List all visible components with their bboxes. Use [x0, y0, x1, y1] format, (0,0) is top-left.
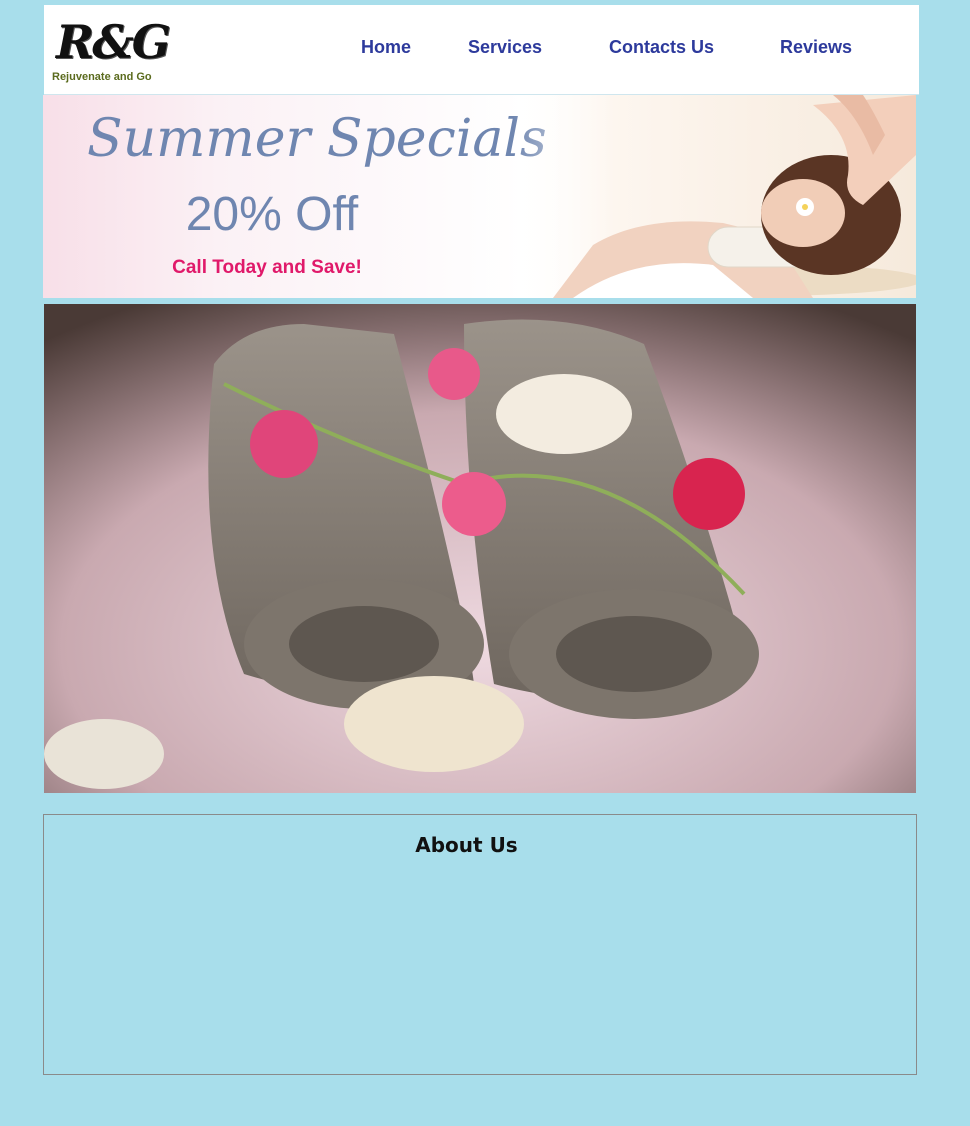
logo[interactable]: R&G Rejuvenate and Go — [50, 13, 174, 85]
about-us-section: About Us — [43, 814, 917, 1075]
banner-call-to-action: Call Today and Save! — [172, 257, 362, 278]
nav-services[interactable]: Services — [468, 37, 542, 58]
logo-mark: R&G — [56, 15, 171, 69]
about-us-title: About Us — [415, 833, 518, 857]
spa-massage-photo — [513, 95, 916, 298]
nav-contacts[interactable]: Contacts Us — [609, 37, 714, 58]
spa-towels-photo — [44, 304, 916, 793]
nav-home[interactable]: Home — [361, 37, 411, 58]
summer-specials-banner[interactable]: Summer Specials 20% Off Call Today and S… — [43, 95, 916, 298]
nav-reviews[interactable]: Reviews — [780, 37, 852, 58]
banner-title: Summer Specials — [87, 109, 547, 169]
banner-discount: 20% Off — [185, 188, 359, 241]
site-header: R&G Rejuvenate and Go Home Services Cont… — [44, 5, 919, 95]
logo-tagline: Rejuvenate and Go — [52, 71, 152, 83]
